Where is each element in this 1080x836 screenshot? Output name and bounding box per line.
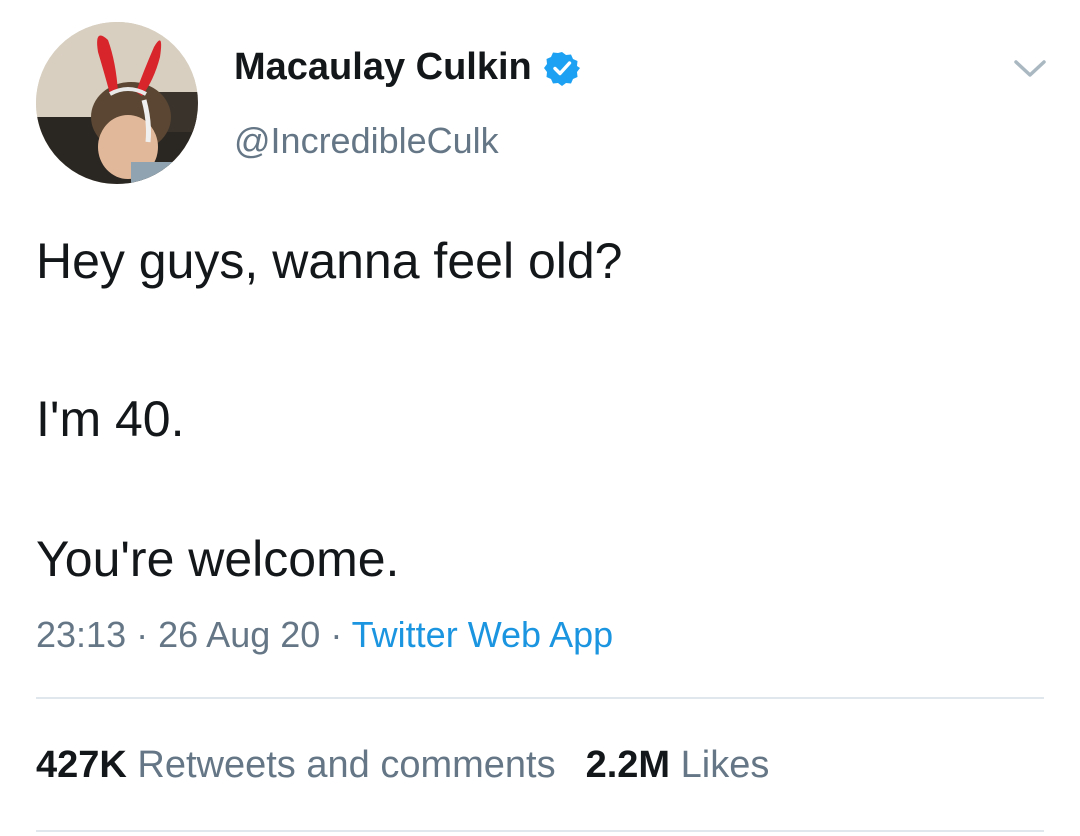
likes-count: 2.2M [585,744,671,786]
divider [36,697,1044,699]
tweet-text-line-1: Hey guys, wanna feel old? [36,233,623,289]
likes-label: Likes [680,744,770,786]
tweet-text-line-3: You're welcome. [36,531,400,587]
divider [36,830,1044,832]
likes-stat[interactable]: 2.2M Likes [586,744,770,786]
author-handle[interactable]: @IncredibleCulk [234,120,499,162]
retweets-stat[interactable]: 427K Retweets and comments [36,744,556,786]
author-name-text: Macaulay Culkin [234,46,532,88]
tweet-meta: 23:13 · 26 Aug 20 · Twitter Web App [36,614,613,656]
chevron-down-icon[interactable] [1010,54,1050,82]
tweet-text-line-2: I'm 40. [36,391,185,447]
author-display-name[interactable]: Macaulay Culkin [234,46,580,89]
tweet-date[interactable]: 26 Aug 20 [158,614,320,655]
retweets-count: 427K [36,744,127,786]
verified-badge-icon [543,51,580,86]
meta-separator: · [136,614,149,655]
tweet-time[interactable]: 23:13 [36,614,126,655]
meta-separator: · [330,614,343,655]
tweet-source-link[interactable]: Twitter Web App [352,614,613,655]
retweets-label: Retweets and comments [137,744,556,786]
tweet-stats: 427K Retweets and comments 2.2M Likes [36,744,769,787]
avatar[interactable] [36,22,198,184]
profile-photo-icon [36,22,198,184]
